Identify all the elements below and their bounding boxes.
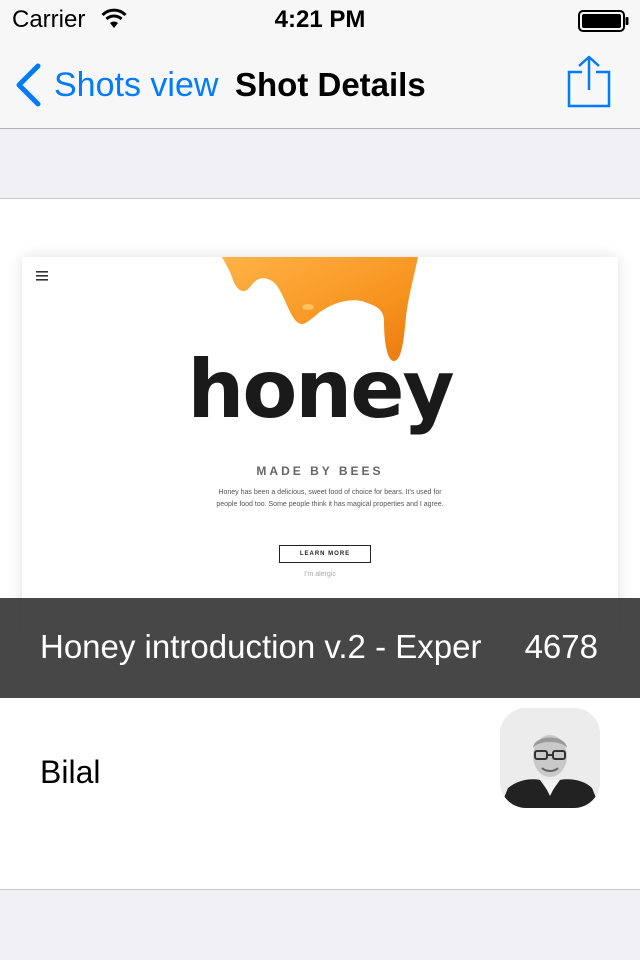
preview-learn-more-button: LEARN MORE bbox=[279, 545, 371, 563]
shot-view-count: 4678 bbox=[524, 628, 598, 665]
author-name: Bilal bbox=[40, 754, 101, 790]
back-button[interactable]: Shots view bbox=[14, 62, 218, 108]
shot-preview-image[interactable]: honey MADE BY BEES Honey has been a deli… bbox=[22, 257, 618, 639]
avatar-portrait bbox=[500, 708, 600, 808]
page-title: Shot Details bbox=[235, 66, 426, 103]
menu-icon bbox=[36, 271, 48, 281]
battery-icon bbox=[578, 10, 629, 32]
preview-headline: honey bbox=[187, 343, 454, 436]
status-bar: Carrier 4:21 PM bbox=[0, 0, 640, 40]
author-row[interactable]: Bilal bbox=[0, 698, 640, 888]
shot-title: Honey introduction v.2 - Exper bbox=[40, 628, 482, 665]
back-button-label: Shots view bbox=[54, 65, 219, 104]
shot-title-bar: Honey introduction v.2 - Exper 4678 bbox=[0, 598, 640, 698]
preview-tagline: MADE BY BEES bbox=[256, 464, 384, 478]
share-icon[interactable] bbox=[566, 54, 612, 110]
preview-secondary-link: I'm alergic bbox=[304, 571, 336, 578]
chevron-left-icon bbox=[16, 63, 41, 107]
shot-detail-card: honey MADE BY BEES Honey has been a deli… bbox=[0, 198, 640, 890]
navigation-bar: Shots view Shot Details bbox=[0, 40, 640, 129]
status-time: 4:21 PM bbox=[274, 6, 366, 33]
preview-description: Honey has been a delicious, sweet food o… bbox=[216, 489, 444, 508]
avatar[interactable] bbox=[500, 708, 600, 808]
